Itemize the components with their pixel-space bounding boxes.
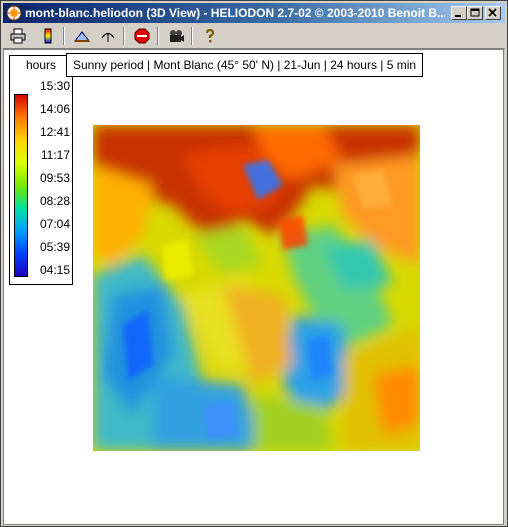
close-button[interactable] xyxy=(485,6,501,20)
app-window: mont-blanc.heliodon (3D View) - HELIODON… xyxy=(0,0,508,527)
help-icon xyxy=(205,28,215,43)
view-caption: Sunny period | Mont Blanc (45° 50' N) | … xyxy=(66,53,424,77)
maximize-icon xyxy=(470,8,480,17)
close-icon xyxy=(488,8,497,17)
stop-button[interactable] xyxy=(131,26,153,46)
toolbar-separator xyxy=(191,27,193,45)
sun-path-button[interactable] xyxy=(97,26,119,46)
legend-tick-label: 08:28 xyxy=(39,194,70,208)
camera-icon xyxy=(170,30,184,42)
legend-tick-label: 11:17 xyxy=(40,148,70,162)
legend-color-ramp xyxy=(14,94,28,277)
maximize-button[interactable] xyxy=(467,6,483,20)
legend-tick-label: 07:04 xyxy=(39,217,70,231)
legend-tick-label: 04:15 xyxy=(39,263,70,277)
legend-tick-label: 12:41 xyxy=(39,125,70,139)
window-title: mont-blanc.heliodon (3D View) - HELIODON… xyxy=(25,6,445,20)
minimize-icon xyxy=(455,15,461,17)
toolbar-separator xyxy=(63,27,65,45)
print-button[interactable] xyxy=(7,26,29,46)
toolbar xyxy=(3,24,505,49)
title-bar[interactable]: mont-blanc.heliodon (3D View) - HELIODON… xyxy=(3,3,505,23)
toolbar-separator xyxy=(157,27,159,45)
stop-icon xyxy=(134,28,150,44)
color-scale-icon xyxy=(44,28,52,44)
toolbar-separator xyxy=(123,27,125,45)
terrain-button[interactable] xyxy=(71,26,93,46)
camera-button[interactable] xyxy=(165,26,187,46)
heliodon-app-icon xyxy=(6,5,22,21)
legend-tick-label: 09:53 xyxy=(39,171,70,185)
legend-tick-label: 05:39 xyxy=(39,240,70,254)
3d-view-canvas[interactable]: hours 15:30 14:06 12:41 11:17 09:53 08:2… xyxy=(3,49,504,525)
help-button[interactable] xyxy=(199,26,221,46)
sun-path-icon xyxy=(101,32,115,42)
print-icon xyxy=(10,28,26,44)
legend-tick-label: 15:30 xyxy=(39,79,70,93)
terrain-icon xyxy=(74,31,90,42)
terrain-sun-hours-map[interactable] xyxy=(93,125,420,451)
legend-title: hours xyxy=(25,58,57,72)
color-scale-button[interactable] xyxy=(37,26,59,46)
legend-tick-label: 14:06 xyxy=(39,102,70,116)
minimize-button[interactable] xyxy=(451,6,467,20)
color-legend: hours 15:30 14:06 12:41 11:17 09:53 08:2… xyxy=(9,55,73,285)
